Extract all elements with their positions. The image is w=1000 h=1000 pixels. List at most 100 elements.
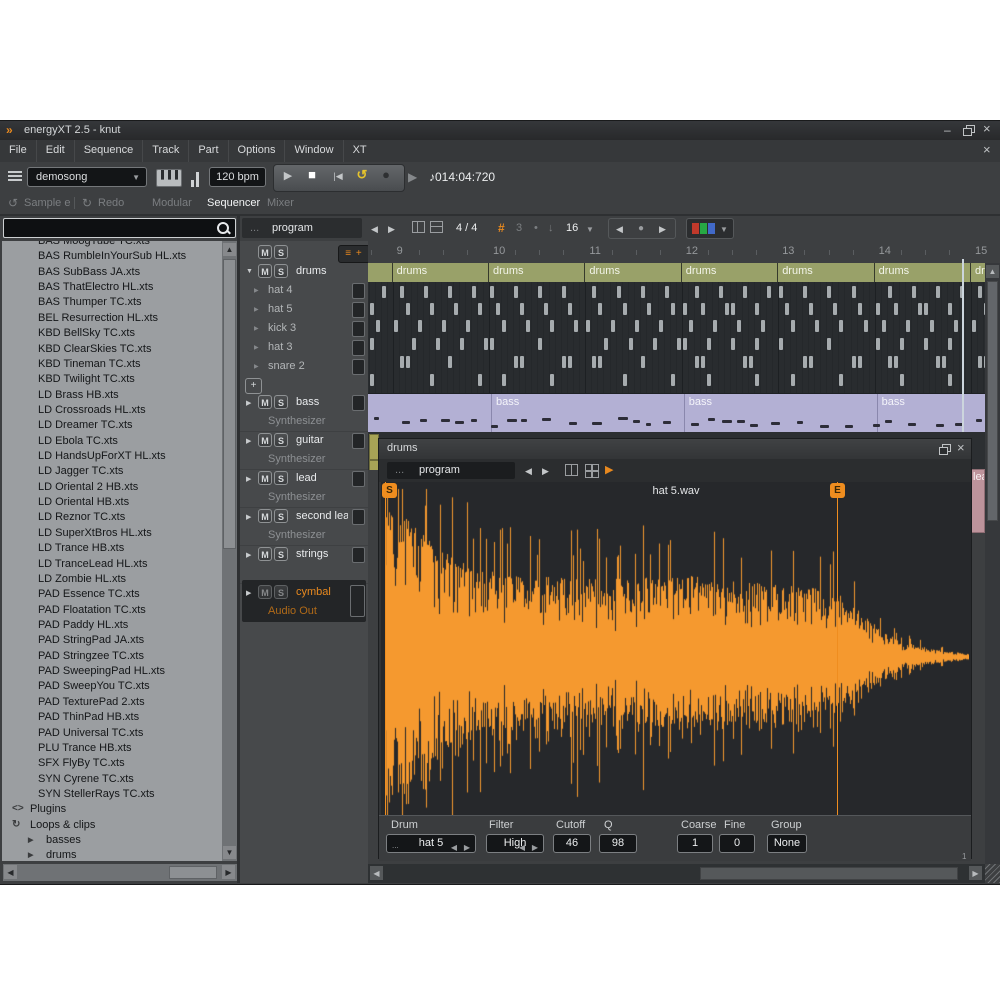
file-item[interactable]: PAD TexturePad 2.xts bbox=[2, 695, 222, 710]
add-subtrack-button[interactable]: + bbox=[245, 378, 262, 394]
menu-xt[interactable]: XT bbox=[343, 140, 376, 162]
param-value-fine[interactable]: 0 bbox=[719, 834, 755, 853]
step-down-icon[interactable]: ◀ bbox=[451, 839, 457, 856]
step-up-icon[interactable]: ▶ bbox=[532, 839, 538, 856]
mute-button[interactable]: M bbox=[258, 264, 272, 278]
file-item[interactable]: LD HandsUpForXT HL.xts bbox=[2, 449, 222, 464]
start-marker-line[interactable] bbox=[385, 482, 386, 815]
end-marker-line[interactable] bbox=[837, 482, 838, 815]
mute-button[interactable]: M bbox=[258, 585, 272, 599]
drums-clip[interactable]: drums bbox=[393, 263, 489, 282]
arrow-down-icon[interactable]: ↓ bbox=[548, 222, 554, 234]
mute-button[interactable]: M bbox=[258, 433, 272, 447]
resize-grip[interactable] bbox=[985, 864, 1000, 883]
mute-button[interactable]: M bbox=[258, 471, 272, 485]
file-item[interactable]: LD TranceLead HL.xts bbox=[2, 557, 222, 572]
file-item[interactable]: LD SuperXtBros HL.xts bbox=[2, 526, 222, 541]
pattern-slot[interactable] bbox=[352, 340, 365, 356]
tree-item-basses[interactable]: ▶basses bbox=[2, 833, 222, 848]
pattern-slot[interactable] bbox=[352, 302, 365, 318]
file-item[interactable]: PAD StringPad JA.xts bbox=[2, 633, 222, 648]
expand-icon[interactable]: ▶ bbox=[246, 475, 251, 483]
panel-divider[interactable] bbox=[237, 216, 240, 883]
menu-icon[interactable] bbox=[8, 171, 22, 173]
file-item[interactable]: PAD ThinPad HB.xts bbox=[2, 710, 222, 725]
collapse-icon[interactable]: ▼ bbox=[246, 268, 253, 275]
subtrack-snare-2[interactable]: snare 2 bbox=[268, 360, 305, 372]
color-selector[interactable]: ▼ bbox=[686, 218, 734, 239]
pattern-slot[interactable] bbox=[352, 283, 365, 299]
expand-icon[interactable]: ▶ bbox=[254, 363, 259, 370]
drums-clip[interactable]: drums bbox=[875, 263, 971, 282]
file-item[interactable]: LD Zombie HL.xts bbox=[2, 572, 222, 587]
solo-button[interactable]: S bbox=[274, 547, 288, 561]
pattern-slot[interactable] bbox=[352, 395, 365, 411]
arrange-vscrollbar[interactable]: ▲ ▼ bbox=[985, 263, 1000, 883]
file-item[interactable]: KBD Tineman TC.xts bbox=[2, 357, 222, 372]
pattern-slot[interactable] bbox=[352, 509, 365, 525]
file-item[interactable]: PAD Essence TC.xts bbox=[2, 587, 222, 602]
file-item[interactable]: PAD Floatation TC.xts bbox=[2, 603, 222, 618]
file-item[interactable]: PLU Trance HB.xts bbox=[2, 741, 222, 756]
undo-icon[interactable]: ↺ bbox=[8, 196, 18, 210]
next-icon[interactable]: ▶ bbox=[542, 466, 549, 477]
preview-play-icon[interactable]: ▶ bbox=[605, 463, 613, 476]
tree-item-drums[interactable]: ▶drums bbox=[2, 848, 222, 861]
track-name-strings[interactable]: strings bbox=[296, 548, 348, 560]
rewind-button[interactable]: |◀ bbox=[328, 171, 348, 182]
search-input[interactable] bbox=[3, 218, 236, 238]
expand-icon[interactable]: ▶ bbox=[254, 325, 259, 332]
prev-icon[interactable]: ◀ bbox=[525, 466, 532, 477]
time-signature[interactable]: 4 / 4 bbox=[456, 222, 477, 234]
file-item[interactable]: KBD ClearSkies TC.xts bbox=[2, 342, 222, 357]
bpm-display[interactable]: 120 bpm bbox=[209, 167, 266, 187]
loop-button[interactable]: ↺ bbox=[352, 167, 372, 183]
param-value-q[interactable]: 98 bbox=[599, 834, 637, 853]
file-item[interactable]: LD Oriental HB.xts bbox=[2, 495, 222, 510]
param-value-group[interactable]: None bbox=[767, 834, 807, 853]
grid-icon[interactable]: # bbox=[498, 221, 505, 235]
playhead[interactable] bbox=[962, 259, 964, 432]
drums-clip[interactable]: drums bbox=[489, 263, 585, 282]
file-item[interactable]: PAD Universal TC.xts bbox=[2, 726, 222, 741]
sampler-close-button[interactable]: × bbox=[957, 443, 965, 453]
menu-sequence[interactable]: Sequence bbox=[74, 140, 143, 162]
expand-icon[interactable]: ▶ bbox=[246, 513, 251, 521]
file-item[interactable]: KBD Twilight TC.xts bbox=[2, 372, 222, 387]
expand-icon[interactable]: ▶ bbox=[246, 551, 251, 559]
tree-item-loops-clips[interactable]: ↻Loops & clips bbox=[2, 818, 222, 833]
file-item[interactable]: PAD SweepingPad HL.xts bbox=[2, 664, 222, 679]
solo-button[interactable]: S bbox=[274, 509, 288, 523]
menu-window[interactable]: Window bbox=[284, 140, 342, 162]
file-item[interactable]: LD Oriental 2 HB.xts bbox=[2, 480, 222, 495]
pattern-slot[interactable] bbox=[352, 359, 365, 375]
split-view-icon[interactable] bbox=[565, 464, 578, 476]
solo-button[interactable]: S bbox=[274, 471, 288, 485]
prev-icon[interactable]: ◀ bbox=[371, 224, 378, 235]
file-item[interactable]: PAD Paddy HL.xts bbox=[2, 618, 222, 633]
file-item[interactable]: BAS SubBass JA.xts bbox=[2, 265, 222, 280]
solo-button[interactable]: S bbox=[274, 433, 288, 447]
track-name-lead[interactable]: lead bbox=[296, 472, 348, 484]
track-menu-button[interactable]: ≡ + bbox=[338, 245, 368, 263]
tab-modular[interactable]: Modular bbox=[152, 197, 192, 209]
expand-icon[interactable]: ▶ bbox=[254, 344, 259, 351]
track-name-second-lead[interactable]: second lead bbox=[296, 510, 348, 522]
file-item[interactable]: BAS Thumper TC.xts bbox=[2, 295, 222, 310]
sampler-program-selector[interactable]: ... program bbox=[387, 462, 515, 479]
expand-icon[interactable]: ▶ bbox=[254, 306, 259, 313]
program-selector[interactable]: ... program bbox=[242, 218, 362, 238]
file-item[interactable]: LD Crossroads HL.xts bbox=[2, 403, 222, 418]
file-item[interactable]: LD Jagger TC.xts bbox=[2, 464, 222, 479]
redo-icon[interactable]: ↻ bbox=[82, 196, 92, 210]
expand-icon[interactable]: ▶ bbox=[254, 287, 259, 294]
redo-label[interactable]: Redo bbox=[98, 197, 124, 209]
file-item[interactable]: BAS ThatElectro HL.xts bbox=[2, 280, 222, 295]
track-name-bass[interactable]: bass bbox=[296, 396, 348, 408]
mute-button[interactable]: M bbox=[258, 395, 272, 409]
file-item[interactable]: KBD BellSky TC.xts bbox=[2, 326, 222, 341]
minimize-button[interactable]: – bbox=[944, 125, 951, 135]
nav-dot-icon[interactable]: ● bbox=[638, 223, 644, 234]
drums-clip[interactable]: drums bbox=[682, 263, 778, 282]
param-value-drum[interactable]: hat 5...◀▶ bbox=[386, 834, 476, 853]
